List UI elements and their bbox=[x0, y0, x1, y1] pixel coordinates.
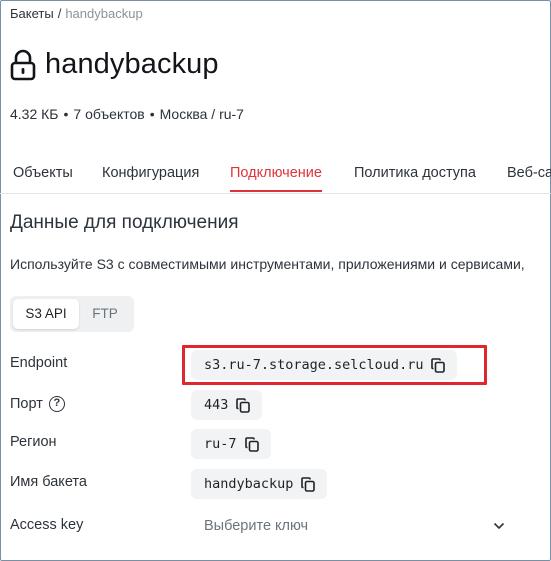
breadcrumb-separator: / bbox=[57, 6, 62, 21]
bucket-object-count: 7 объектов bbox=[73, 106, 145, 122]
bucket-size: 4.32 КБ bbox=[10, 106, 59, 122]
tab-bar: Объекты Конфигурация Подключение Политик… bbox=[0, 162, 551, 194]
help-icon[interactable]: ? bbox=[48, 396, 65, 412]
breadcrumb: Бакеты / handybackup bbox=[10, 6, 143, 21]
section-title: Данные для подключения bbox=[10, 212, 239, 233]
region-value: ru-7 bbox=[191, 429, 271, 459]
bucket-name-value: handybackup bbox=[191, 469, 328, 499]
protocol-s3-api-option[interactable]: S3 API bbox=[13, 299, 79, 329]
tab-connection[interactable]: Подключение bbox=[230, 165, 322, 192]
chevron-down-icon bbox=[493, 522, 505, 530]
meta-dot: • bbox=[63, 106, 69, 122]
lock-icon bbox=[10, 49, 36, 80]
meta-dot: • bbox=[149, 106, 155, 122]
bucket-name-text: handybackup bbox=[204, 476, 294, 492]
copy-icon[interactable] bbox=[301, 476, 316, 492]
bucket-meta: 4.32 КБ • 7 объектов • Москва / ru-7 bbox=[10, 106, 244, 122]
region-label: Регион bbox=[10, 434, 57, 450]
port-label: Порт ? bbox=[10, 396, 65, 412]
protocol-ftp-option[interactable]: FTP bbox=[79, 299, 131, 329]
page-header: handybackup bbox=[10, 48, 219, 81]
copy-icon[interactable] bbox=[244, 436, 259, 452]
endpoint-highlight-box bbox=[182, 345, 487, 385]
port-value: 443 bbox=[191, 390, 263, 420]
endpoint-label: Endpoint bbox=[10, 355, 68, 371]
region-text: ru-7 bbox=[204, 436, 237, 452]
tab-objects[interactable]: Объекты bbox=[13, 165, 73, 181]
tab-access-policy[interactable]: Политика доступа bbox=[354, 165, 476, 181]
breadcrumb-root-link[interactable]: Бакеты bbox=[10, 6, 54, 21]
port-label-text: Порт bbox=[10, 396, 43, 412]
access-key-select[interactable]: Выберите ключ bbox=[191, 510, 517, 542]
access-key-label: Access key bbox=[10, 517, 84, 533]
page-title: handybackup bbox=[45, 48, 219, 80]
bucket-location: Москва / ru-7 bbox=[159, 106, 244, 122]
tab-configuration[interactable]: Конфигурация bbox=[102, 165, 199, 181]
access-key-placeholder: Выберите ключ bbox=[204, 518, 309, 534]
tab-web-site[interactable]: Веб-са bbox=[507, 165, 551, 181]
port-text: 443 bbox=[204, 397, 229, 413]
breadcrumb-current: handybackup bbox=[65, 6, 143, 21]
protocol-switch: S3 API FTP bbox=[10, 296, 134, 332]
copy-icon[interactable] bbox=[236, 397, 251, 413]
connection-hint: Используйте S3 с совместимыми инструмент… bbox=[10, 256, 525, 272]
bucket-name-label: Имя бакета bbox=[10, 474, 87, 490]
